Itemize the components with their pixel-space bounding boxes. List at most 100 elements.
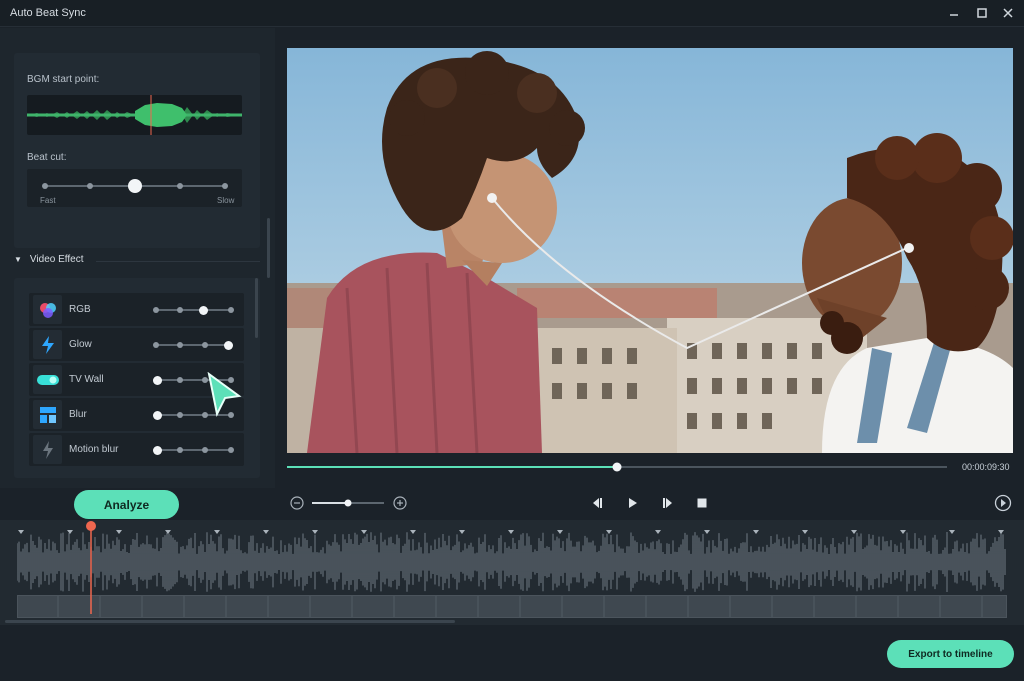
effect-name: Blur bbox=[69, 409, 87, 420]
beat-timeline[interactable] bbox=[0, 520, 1024, 625]
beat-marker bbox=[802, 530, 808, 534]
timecode: 00:00:09:30 bbox=[962, 462, 1010, 472]
bgm-waveform-graphic bbox=[27, 95, 242, 135]
title-bar: Auto Beat Sync bbox=[0, 0, 1024, 27]
beat-cut-label: Beat cut: bbox=[27, 152, 67, 163]
settings-panel: BGM start point: Beat cut: Fast Slow ▼ Vi… bbox=[0, 28, 275, 488]
zoom-fill bbox=[312, 502, 348, 504]
effect-level-track[interactable] bbox=[156, 309, 231, 311]
beat-cut-tick bbox=[177, 183, 183, 189]
beat-cut-knob[interactable] bbox=[128, 179, 142, 193]
beat-cut-tick bbox=[222, 183, 228, 189]
glow-icon bbox=[33, 330, 62, 359]
audio-waveform bbox=[17, 530, 1006, 592]
effect-level-knob[interactable] bbox=[153, 410, 162, 420]
beat-marker bbox=[165, 530, 171, 534]
stop-icon[interactable] bbox=[696, 497, 708, 509]
video-effect-label: Video Effect bbox=[29, 254, 84, 265]
beat-marker bbox=[459, 530, 465, 534]
video-clip-track[interactable] bbox=[17, 595, 1007, 618]
effect-level-knob[interactable] bbox=[153, 375, 162, 385]
close-button[interactable] bbox=[998, 4, 1018, 22]
effect-name: RGB bbox=[69, 304, 91, 315]
minimize-button[interactable] bbox=[944, 4, 964, 22]
effect-list-scrollbar[interactable] bbox=[255, 278, 258, 338]
effect-level-tick bbox=[153, 342, 159, 348]
effect-level-tick bbox=[202, 342, 208, 348]
beat-marker bbox=[753, 530, 759, 534]
motion-blur-icon bbox=[33, 435, 62, 464]
effect-level-knob[interactable] bbox=[224, 340, 233, 350]
maximize-button[interactable] bbox=[972, 4, 992, 22]
beat-cut-tick bbox=[42, 183, 48, 189]
panel-scrollbar[interactable] bbox=[267, 218, 270, 278]
beat-marker bbox=[67, 530, 73, 534]
effect-level-knob[interactable] bbox=[153, 445, 162, 455]
beat-marker bbox=[557, 530, 563, 534]
zoom-out-icon[interactable] bbox=[290, 496, 304, 510]
effect-level-tick bbox=[177, 447, 183, 453]
effect-level-tick bbox=[202, 447, 208, 453]
step-forward-icon[interactable] bbox=[661, 497, 673, 509]
effect-item-motion-blur[interactable]: Motion blur bbox=[29, 433, 244, 466]
beat-marker bbox=[949, 530, 955, 534]
rgb-icon bbox=[33, 295, 62, 324]
video-preview[interactable] bbox=[287, 48, 1013, 453]
beat-marker bbox=[508, 530, 514, 534]
effect-name: Glow bbox=[69, 339, 92, 350]
video-effect-section-toggle[interactable]: ▼ Video Effect bbox=[14, 254, 83, 265]
effect-item-glow[interactable]: Glow bbox=[29, 328, 244, 361]
minimize-icon bbox=[950, 14, 958, 16]
zoom-in-icon[interactable] bbox=[393, 496, 407, 510]
beat-marker bbox=[361, 530, 367, 534]
clip-segments bbox=[57, 596, 983, 617]
effect-name: TV Wall bbox=[69, 374, 104, 385]
beat-marker bbox=[116, 530, 122, 534]
effect-item-rgb[interactable]: RGB bbox=[29, 293, 244, 326]
progress-knob[interactable] bbox=[612, 462, 622, 472]
analyze-button[interactable]: Analyze bbox=[74, 490, 179, 519]
close-icon bbox=[1003, 8, 1013, 18]
step-back-icon[interactable] bbox=[592, 497, 604, 509]
effect-name: Motion blur bbox=[69, 444, 119, 455]
effect-level-tick bbox=[177, 342, 183, 348]
mouse-cursor-icon bbox=[207, 372, 242, 418]
audio-waveform-track[interactable] bbox=[17, 529, 1007, 594]
beat-marker bbox=[900, 530, 906, 534]
zoom-slider[interactable] bbox=[312, 498, 386, 508]
play-icon[interactable] bbox=[627, 497, 639, 509]
effect-level-tick bbox=[153, 307, 159, 313]
tv-wall-icon bbox=[33, 365, 62, 394]
beat-cut-slow-label: Slow bbox=[217, 196, 235, 205]
progress-fill bbox=[287, 466, 617, 468]
effect-level-tick bbox=[177, 377, 183, 383]
maximize-icon bbox=[977, 8, 987, 18]
preview-progress: 00:00:09:30 bbox=[287, 460, 1013, 474]
effect-level-tick bbox=[228, 307, 234, 313]
beat-marker bbox=[655, 530, 661, 534]
beat-marker bbox=[263, 530, 269, 534]
playhead[interactable] bbox=[84, 520, 98, 615]
effect-level-tick bbox=[177, 307, 183, 313]
timeline-scrollbar[interactable] bbox=[5, 620, 455, 623]
zoom-knob[interactable] bbox=[344, 499, 352, 507]
preview-progress-bar[interactable] bbox=[287, 460, 1013, 474]
beat-marker bbox=[606, 530, 612, 534]
effect-level-track[interactable] bbox=[156, 449, 231, 451]
section-divider bbox=[96, 261, 260, 262]
export-to-timeline-button[interactable]: Export to timeline bbox=[887, 640, 1014, 668]
bgm-start-label: BGM start point: bbox=[27, 74, 100, 85]
bgm-start-waveform[interactable] bbox=[27, 95, 242, 135]
beat-marker bbox=[851, 530, 857, 534]
preview-frame-image bbox=[287, 48, 1013, 453]
beat-cut-fast-label: Fast bbox=[40, 196, 56, 205]
beat-cut-slider-box: Fast Slow bbox=[27, 169, 242, 207]
effect-level-knob[interactable] bbox=[199, 305, 208, 315]
beat-marker bbox=[312, 530, 318, 534]
beat-marker bbox=[214, 530, 220, 534]
loop-playback-icon[interactable] bbox=[994, 494, 1012, 512]
footer bbox=[0, 627, 1024, 681]
effect-level-track[interactable] bbox=[156, 344, 231, 346]
blur-icon bbox=[33, 400, 62, 429]
beat-marker bbox=[998, 530, 1004, 534]
